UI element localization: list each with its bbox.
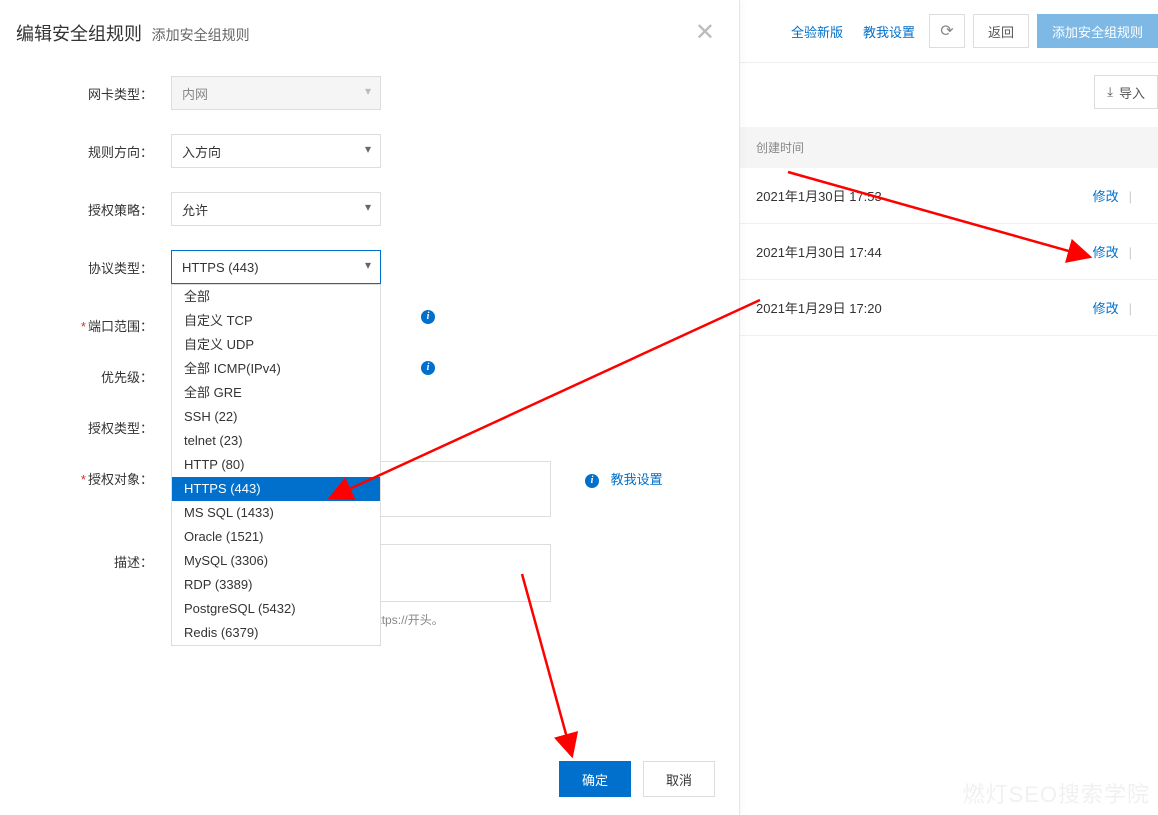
proto-opt[interactable]: Redis (6379) xyxy=(172,621,380,645)
download-icon: ⤓ xyxy=(1107,84,1113,100)
modal-title: 编辑安全组规则 xyxy=(16,24,142,44)
row-time: 2021年1月30日 17:44 xyxy=(756,242,882,261)
col-header-time: 创建时间 xyxy=(740,127,1158,168)
table-row: 2021年1月30日 17:53 修改| xyxy=(740,168,1158,224)
table-row: 2021年1月30日 17:44 修改| xyxy=(740,224,1158,280)
modal-subtitle: 添加安全组规则 xyxy=(152,27,250,43)
protocol-select[interactable] xyxy=(171,250,381,284)
export-label: 导入 xyxy=(1119,83,1145,102)
proto-opt[interactable]: 全部 ICMP(IPv4) xyxy=(172,357,380,381)
label-priority: 优先级： xyxy=(16,359,171,386)
back-button[interactable]: 返回 xyxy=(973,14,1029,48)
refresh-icon: ⟳ xyxy=(940,21,953,41)
label-nic-type: 网卡类型： xyxy=(16,76,171,103)
cancel-button[interactable]: 取消 xyxy=(643,761,715,797)
link-try-new[interactable]: 全验新版 xyxy=(785,22,849,41)
proto-opt[interactable]: RDP (3389) xyxy=(172,573,380,597)
label-auth-type: 授权类型： xyxy=(16,410,171,437)
proto-opt[interactable]: PostgreSQL (5432) xyxy=(172,597,380,621)
row-action-modify[interactable]: 修改 xyxy=(1093,189,1119,204)
proto-opt[interactable]: 全部 xyxy=(172,285,380,309)
policy-select[interactable] xyxy=(171,192,381,226)
label-port-range: *端口范围： xyxy=(16,308,171,335)
direction-select[interactable] xyxy=(171,134,381,168)
label-direction: 规则方向： xyxy=(16,134,171,161)
nic-type-select xyxy=(171,76,381,110)
close-icon[interactable]: ✕ xyxy=(695,21,715,45)
proto-opt[interactable]: 全部 GRE xyxy=(172,381,380,405)
row-action-modify[interactable]: 修改 xyxy=(1093,301,1119,316)
info-icon[interactable]: i xyxy=(421,310,435,324)
proto-opt[interactable]: telnet (23) xyxy=(172,429,380,453)
label-auth-object: *授权对象： xyxy=(16,461,171,488)
label-description: 描述： xyxy=(16,544,171,571)
row-action-modify[interactable]: 修改 xyxy=(1093,245,1119,260)
proto-opt[interactable]: Oracle (1521) xyxy=(172,525,380,549)
edit-rule-modal: 编辑安全组规则 添加安全组规则 ✕ 网卡类型： 规则方向： 授权策略 xyxy=(0,0,740,815)
add-rule-button[interactable]: 添加安全组规则 xyxy=(1037,14,1158,48)
proto-opt-selected[interactable]: HTTPS (443) xyxy=(172,477,380,501)
link-teach-setup[interactable]: 教我设置 xyxy=(857,22,921,41)
label-protocol: 协议类型： xyxy=(16,250,171,277)
proto-opt[interactable]: MS SQL (1433) xyxy=(172,501,380,525)
table-row: 2021年1月29日 17:20 修改| xyxy=(740,280,1158,336)
proto-opt[interactable]: SSH (22) xyxy=(172,405,380,429)
refresh-button[interactable]: ⟳ xyxy=(929,14,965,48)
row-time: 2021年1月30日 17:53 xyxy=(756,186,882,205)
proto-opt[interactable]: MySQL (3306) xyxy=(172,549,380,573)
proto-opt[interactable]: HTTP (80) xyxy=(172,453,380,477)
teach-setup-link[interactable]: 教我设置 xyxy=(611,472,663,487)
row-time: 2021年1月29日 17:20 xyxy=(756,298,882,317)
label-policy: 授权策略： xyxy=(16,192,171,219)
protocol-dropdown: 全部 自定义 TCP 自定义 UDP 全部 ICMP(IPv4) 全部 GRE … xyxy=(171,284,381,646)
export-button[interactable]: ⤓ 导入 xyxy=(1094,75,1158,109)
proto-opt[interactable]: 自定义 TCP xyxy=(172,309,380,333)
proto-opt[interactable]: 自定义 UDP xyxy=(172,333,380,357)
info-icon[interactable]: i xyxy=(421,361,435,375)
ok-button[interactable]: 确定 xyxy=(559,761,631,797)
info-icon[interactable]: i xyxy=(585,474,599,488)
